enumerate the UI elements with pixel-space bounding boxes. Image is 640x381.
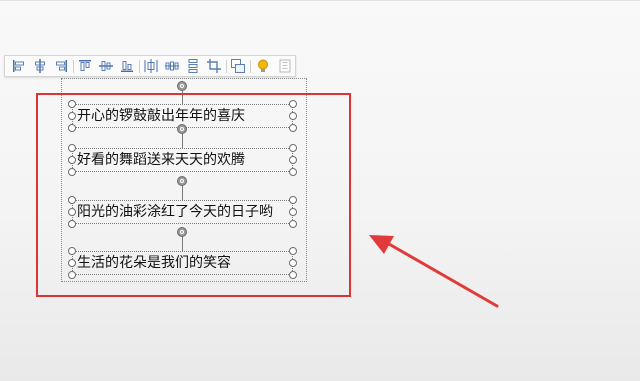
annotation-arrow-icon	[369, 235, 499, 308]
